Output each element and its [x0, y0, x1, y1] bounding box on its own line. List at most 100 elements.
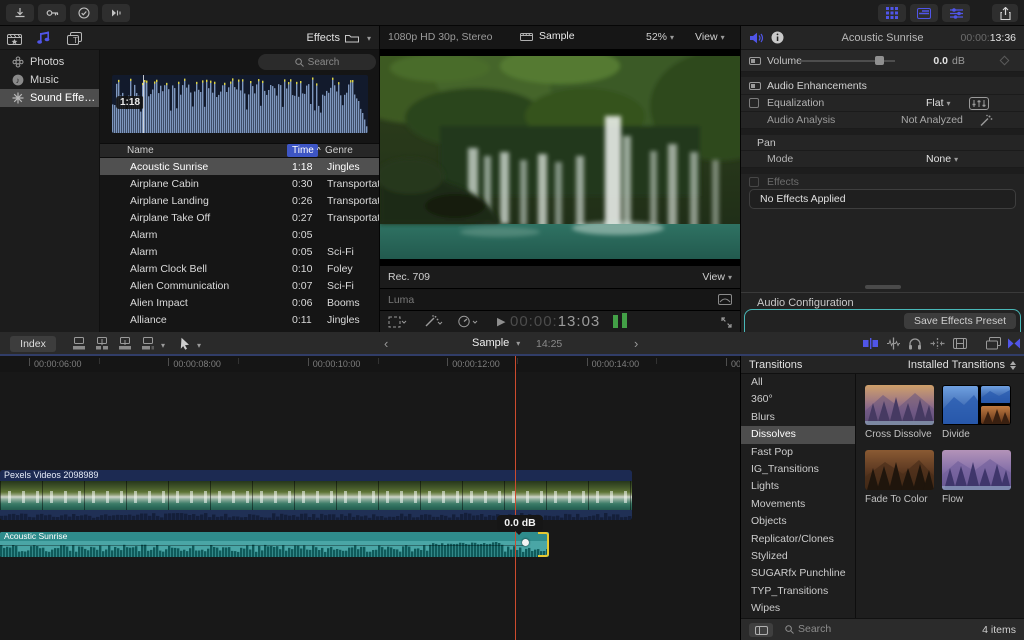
keyword-editor-button[interactable]: [38, 4, 66, 22]
scopes-icon[interactable]: [718, 294, 732, 305]
trim-tool-toggle[interactable]: [863, 337, 878, 350]
trim-selection-bracket[interactable]: [538, 532, 549, 557]
transition-thumb-flow[interactable]: [942, 450, 1011, 490]
audio-enhancements-header[interactable]: Audio Enhancements: [741, 77, 1024, 95]
transitions-category-stylized[interactable]: Stylized: [741, 548, 855, 565]
column-name[interactable]: Name: [127, 145, 154, 156]
transitions-category-sugarfx-punchline[interactable]: SUGARfx Punchline: [741, 565, 855, 582]
audio-preview-waveform[interactable]: 1:18: [112, 75, 368, 133]
effects-checkbox[interactable]: [749, 177, 759, 187]
tab-media[interactable]: [5, 30, 23, 46]
equalization-checkbox[interactable]: [749, 98, 759, 108]
solo-headphones-toggle[interactable]: [908, 337, 922, 350]
fullscreen-icon[interactable]: [721, 317, 732, 328]
insert-edit-button[interactable]: [95, 337, 110, 350]
save-effects-preset-button[interactable]: Save Effects Preset: [904, 313, 1016, 329]
share-button[interactable]: [992, 4, 1018, 22]
transitions-category-objects[interactable]: Objects: [741, 513, 855, 530]
import-button[interactable]: [6, 4, 34, 22]
retime-tool[interactable]: [458, 315, 480, 328]
transitions-category-replicator-clones[interactable]: Replicator/Clones: [741, 531, 855, 548]
sound-effect-row[interactable]: Acoustic Sunrise1:18Jingles: [100, 158, 379, 175]
transitions-browser-toggle[interactable]: [1007, 337, 1021, 350]
section-toggle-icon[interactable]: [749, 82, 761, 90]
sound-effect-row[interactable]: Airplane Cabin0:30Transportati: [100, 175, 379, 192]
transitions-category-wipes[interactable]: Wipes: [741, 600, 855, 617]
tab-titles-generators[interactable]: T: [65, 30, 83, 46]
previous-project-arrow[interactable]: ‹: [384, 336, 388, 351]
show-inspector-button[interactable]: [942, 4, 970, 22]
sound-effect-row[interactable]: Alarm Clock Bell0:10Foley: [100, 260, 379, 277]
transition-thumb-cross-dissolve[interactable]: [865, 385, 934, 425]
transitions-category-lights[interactable]: Lights: [741, 478, 855, 495]
sound-effect-row[interactable]: Alarm0:05Sci-Fi: [100, 243, 379, 260]
column-time-sorted[interactable]: Time^: [287, 144, 318, 157]
clip-appearance-button[interactable]: [953, 337, 967, 350]
effects-browser-toggle[interactable]: [986, 337, 1001, 350]
audio-clip[interactable]: Acoustic Sunrise: [0, 532, 549, 557]
channel-label[interactable]: Luma: [388, 294, 414, 306]
view-select[interactable]: View▾: [695, 31, 725, 43]
transition-thumb-divide[interactable]: [942, 385, 1011, 425]
tab-photos-audio[interactable]: [35, 30, 53, 46]
enhancements-wand-tool[interactable]: [424, 315, 444, 328]
timeline-ruler[interactable]: 00:00:06:0000:00:08:0000:00:10:0000:00:1…: [0, 356, 740, 372]
transitions-category-all[interactable]: All: [741, 374, 855, 391]
transitions-category-360-[interactable]: 360°: [741, 391, 855, 408]
analyze-wand-button[interactable]: [979, 114, 993, 127]
eq-editor-button[interactable]: [969, 97, 989, 110]
eq-preset-select[interactable]: Flat▾: [926, 97, 951, 109]
transitions-category-movements[interactable]: Movements: [741, 496, 855, 513]
connect-edit-button[interactable]: [72, 337, 87, 350]
keyframe-diamond-icon[interactable]: [1000, 56, 1010, 66]
section-toggle-icon[interactable]: [749, 57, 761, 65]
edit-options-chevron[interactable]: ▾: [161, 341, 165, 350]
sound-effect-row[interactable]: Alien Impact0:06Booms: [100, 294, 379, 311]
pan-mode-select[interactable]: None▾: [926, 153, 958, 165]
zoom-select[interactable]: 52%▾: [646, 31, 674, 43]
sound-effect-row[interactable]: Alarm0:05: [100, 226, 379, 243]
sidebar-item-music[interactable]: ♪Music: [0, 71, 99, 89]
transitions-category-blurs[interactable]: Blurs: [741, 409, 855, 426]
panel-resize-handle[interactable]: [865, 285, 901, 289]
show-browser-button[interactable]: [878, 4, 906, 22]
sidebar-item-sound-effects[interactable]: Sound Effe…: [0, 89, 99, 107]
view-select-2[interactable]: View▾: [702, 271, 732, 283]
playhead[interactable]: [515, 356, 516, 640]
show-timeline-button[interactable]: [910, 4, 938, 22]
search-input[interactable]: Search: [258, 54, 376, 70]
volume-slider-thumb[interactable]: [875, 56, 884, 65]
installed-transitions-select[interactable]: Installed Transitions: [908, 359, 1016, 371]
browser-sidebar-toggle[interactable]: [749, 623, 773, 637]
transitions-category-typ-transitions[interactable]: TYP_Transitions: [741, 583, 855, 600]
video-clip[interactable]: Pexels Videos 2098989: [0, 470, 632, 520]
volume-automation-line[interactable]: [0, 545, 525, 546]
video-preview[interactable]: [380, 50, 740, 265]
transitions-search-input[interactable]: Search: [785, 623, 831, 635]
timeline-project-select[interactable]: Sample▾: [472, 337, 520, 349]
append-edit-button[interactable]: [141, 337, 156, 350]
overwrite-edit-button[interactable]: [118, 337, 133, 350]
extensions-button[interactable]: [102, 4, 130, 22]
select-tool-button[interactable]: [180, 337, 191, 350]
index-button[interactable]: Index: [10, 336, 56, 352]
sound-effect-row[interactable]: Airplane Landing0:26Transportati: [100, 192, 379, 209]
effects-collection-select[interactable]: Effects ▾: [307, 30, 371, 46]
sidebar-item-photos[interactable]: Photos: [0, 53, 99, 71]
audio-skimming-toggle[interactable]: [886, 337, 901, 350]
play-button[interactable]: ▶: [497, 315, 505, 328]
snapping-toggle[interactable]: [930, 337, 945, 350]
volume-value[interactable]: 0.0: [926, 55, 948, 67]
sound-effect-row[interactable]: Alliance0:11Jingles: [100, 311, 379, 328]
sound-effect-row[interactable]: Airplane Take Off0:27Transportati: [100, 209, 379, 226]
sound-effect-row[interactable]: Alien Communication0:07Sci-Fi: [100, 277, 379, 294]
background-tasks-button[interactable]: [70, 4, 98, 22]
transitions-category-fast-pop[interactable]: Fast Pop: [741, 444, 855, 461]
transitions-category-ig-transitions[interactable]: IG_Transitions: [741, 461, 855, 478]
transitions-category-dissolves[interactable]: Dissolves: [741, 426, 855, 443]
transition-thumb-fade-to-color[interactable]: [865, 450, 934, 490]
column-genre[interactable]: Genre: [325, 145, 353, 156]
next-project-arrow[interactable]: ›: [634, 336, 638, 351]
transform-crop-tool[interactable]: [388, 316, 408, 328]
fade-handle-dot[interactable]: [522, 539, 529, 546]
